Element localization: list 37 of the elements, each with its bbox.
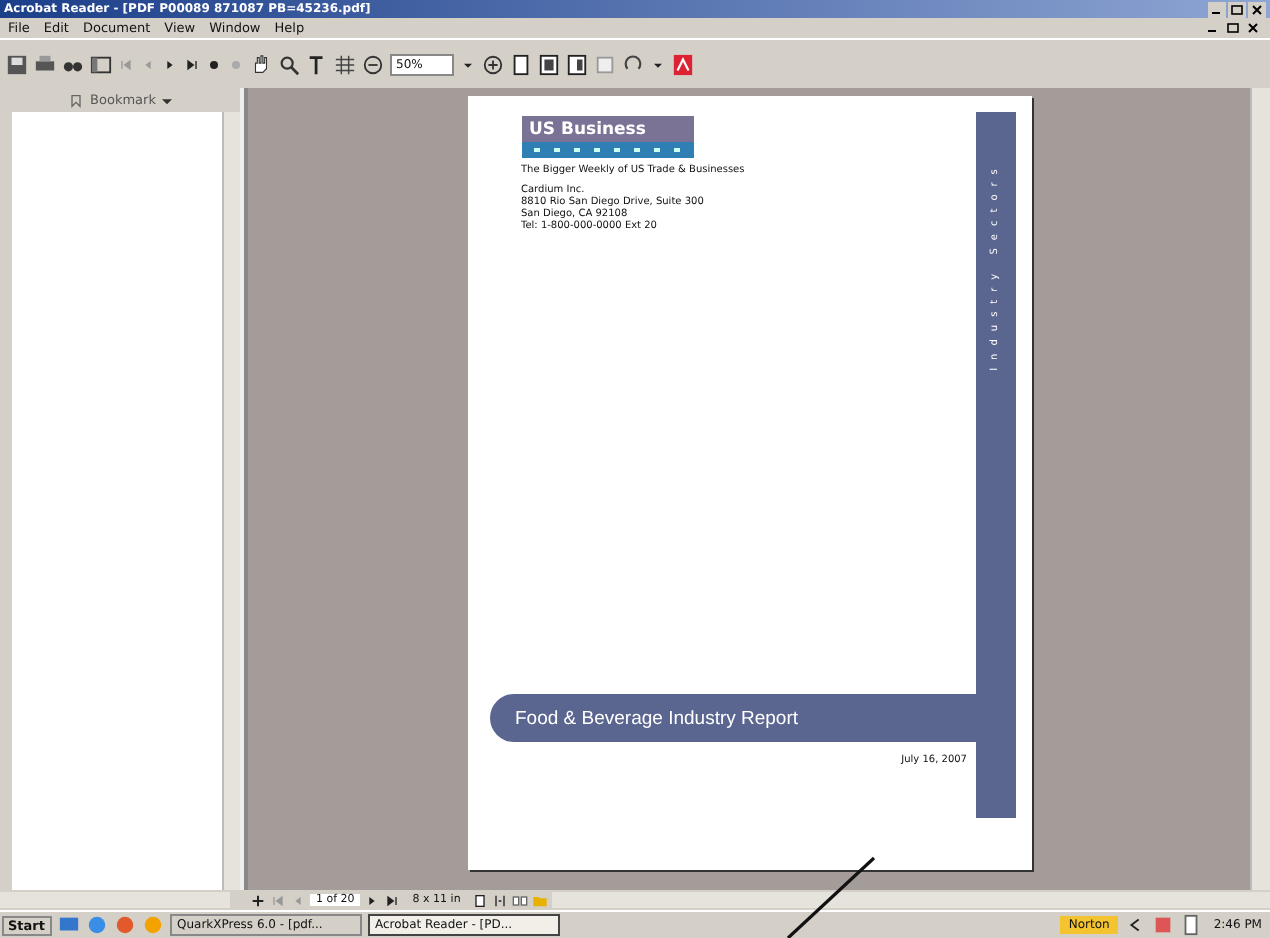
single-page-icon[interactable] xyxy=(472,891,489,909)
text-select-icon[interactable] xyxy=(306,53,328,75)
fit-width-icon[interactable] xyxy=(566,53,588,75)
horizontal-scrollbar[interactable] xyxy=(0,892,230,908)
desktop-icon[interactable] xyxy=(57,914,79,936)
grid-select-icon[interactable] xyxy=(334,53,356,75)
minimize-icon[interactable] xyxy=(1208,1,1226,17)
fit-page-icon[interactable] xyxy=(538,53,560,75)
next-page-icon[interactable] xyxy=(162,55,178,73)
rotate-icon[interactable] xyxy=(622,53,644,75)
restore-icon[interactable] xyxy=(1224,20,1242,36)
facing-pages-icon[interactable] xyxy=(512,891,529,909)
document-icon[interactable] xyxy=(1179,914,1202,936)
vertical-scrollbar[interactable] xyxy=(222,112,240,890)
save-icon[interactable] xyxy=(6,53,28,75)
zoom-icon[interactable] xyxy=(278,53,300,75)
report-title: Food & Beverage Industry Report xyxy=(515,707,799,729)
hand-icon[interactable] xyxy=(250,53,272,75)
brand-name: US Business xyxy=(527,118,648,142)
maximize-icon[interactable] xyxy=(1228,1,1246,17)
add-icon[interactable] xyxy=(250,891,266,909)
close-icon[interactable] xyxy=(1244,20,1262,36)
continuous-icon[interactable] xyxy=(492,891,509,909)
panel-icon[interactable] xyxy=(90,53,112,75)
page-icon[interactable] xyxy=(510,53,532,75)
vertical-scrollbar[interactable] xyxy=(1250,88,1270,890)
zoom-out-icon[interactable] xyxy=(362,53,384,75)
close-icon[interactable] xyxy=(1248,1,1266,17)
last-page-icon[interactable] xyxy=(384,891,401,909)
annotation-line xyxy=(786,856,878,938)
zoom-in-icon[interactable] xyxy=(482,53,504,75)
horizontal-scrollbar[interactable] xyxy=(552,892,1270,908)
print-icon[interactable] xyxy=(34,53,56,75)
caret-icon[interactable] xyxy=(161,95,172,105)
acrobat-logo-icon[interactable] xyxy=(672,53,694,75)
last-page-icon[interactable] xyxy=(184,55,200,73)
bookmark-icon xyxy=(68,91,85,109)
